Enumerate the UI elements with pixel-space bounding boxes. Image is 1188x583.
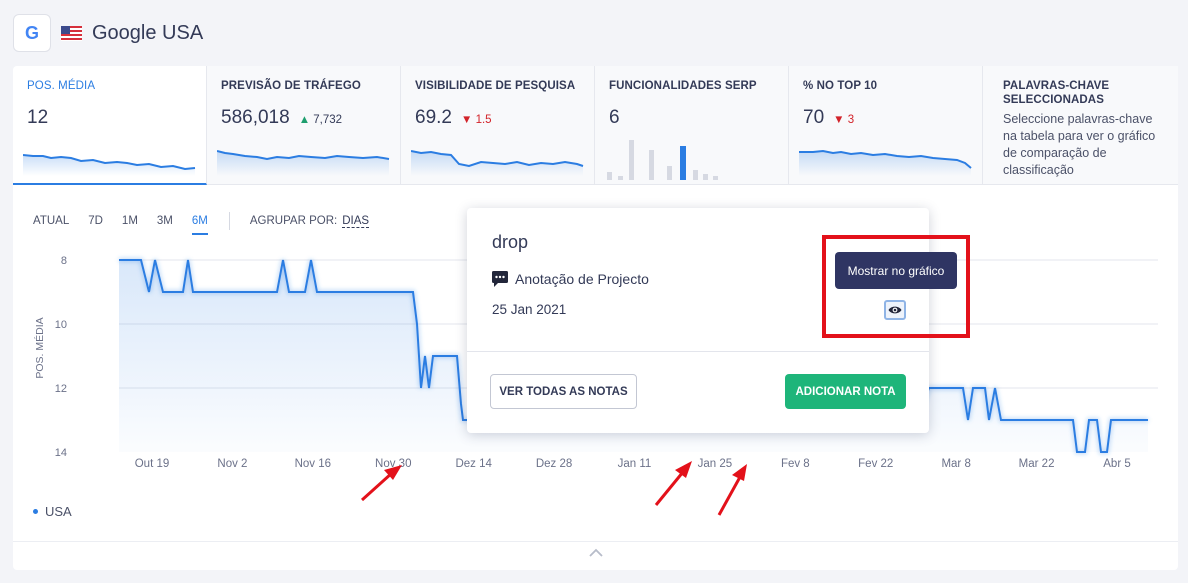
metric-delta: ▼ 3 (833, 114, 854, 126)
y-tick-label: 14 (55, 447, 67, 459)
metric-label: POS. MÉDIA (27, 80, 96, 92)
x-tick-label: Jan 25 (698, 458, 733, 470)
arrow-down-icon: ▼ (460, 114, 473, 126)
x-tick-label: Fev 8 (781, 458, 810, 470)
note-type: Anotação de Projecto (492, 271, 649, 287)
metric-value: 586,018 (221, 107, 290, 128)
metric-description: Seleccione palavras-chave na tabela para… (1003, 112, 1156, 177)
metric-traffic-forecast[interactable]: PREVISÃO DE TRÁFEGO 586,018 ▲ 7,732 (207, 66, 401, 185)
x-tick-label: Fev 22 (858, 458, 893, 470)
x-tick-label: Abr 5 (1103, 458, 1131, 470)
note-title: drop (492, 232, 529, 252)
metrics-bar: POS. MÉDIA 12 PREVISÃO DE TRÁFEGO 586,01… (13, 66, 1178, 185)
period-current[interactable]: ATUAL (33, 215, 69, 227)
metric-serp-features[interactable]: FUNCIONALIDADES SERP 6 (595, 66, 789, 185)
traffic-sparkline (217, 150, 390, 176)
period-controls: ATUAL 7D 1M 3M 6M AGRUPAR POR: DIAS (33, 208, 370, 235)
metric-search-visibility[interactable]: VISIBILIDADE DE PESQUISA 69.2 ▼ 1.5 (401, 66, 595, 185)
note-icon (492, 271, 508, 287)
metric-value: 70 (803, 107, 825, 128)
serp-features-bars (607, 140, 718, 180)
period-1m[interactable]: 1M (122, 215, 138, 227)
x-tick-label: Mar 22 (1019, 458, 1055, 470)
legend-label: USA (45, 504, 72, 519)
metric-delta-value: 1.5 (475, 114, 492, 126)
highlight-box (822, 235, 970, 338)
period-3m[interactable]: 3M (157, 215, 173, 227)
period-7d[interactable]: 7D (88, 215, 103, 227)
arrow-down-icon: ▼ (833, 114, 845, 126)
divider (467, 351, 929, 352)
note-date: 25 Jan 2021 (492, 302, 567, 317)
metric-value: 69.2 (415, 107, 452, 128)
site-title: Google USA (92, 21, 204, 44)
y-tick-label: 12 (55, 383, 67, 395)
x-tick-label: Nov 30 (375, 458, 411, 470)
chart-y-ticks: 8 10 12 14 (55, 255, 67, 459)
metric-label: FUNCIONALIDADES SERP (609, 80, 757, 92)
visibility-sparkline (411, 150, 584, 176)
metric-delta: ▼ 1.5 (461, 114, 492, 126)
x-tick-label: Mar 8 (941, 458, 970, 470)
metric-label: PALAVRAS-CHAVE SELECCIONADAS (1003, 80, 1110, 106)
x-tick-label: Jan 11 (618, 458, 652, 470)
x-tick-label: Out 19 (135, 458, 170, 470)
chevron-up-icon[interactable] (589, 548, 603, 558)
metric-delta-value: 3 (847, 114, 855, 126)
chart-legend[interactable]: USA (33, 504, 72, 519)
metric-label: % NO TOP 10 (803, 80, 878, 92)
metric-delta: ▲ 7,732 (299, 114, 342, 126)
top10-sparkline (799, 149, 972, 176)
metric-value: 12 (27, 107, 49, 128)
us-flag-icon (61, 25, 82, 41)
metric-avg-position[interactable]: POS. MÉDIA 12 (13, 66, 207, 185)
divider (13, 541, 1178, 542)
note-type-label: Anotação de Projecto (515, 271, 649, 287)
google-letter: G (24, 22, 39, 43)
add-note-button[interactable]: ADICIONAR NOTA (785, 374, 906, 409)
divider (228, 212, 230, 230)
x-tick-label: Dez 28 (536, 458, 572, 470)
page-header: G Google USA (13, 14, 203, 52)
legend-dot (33, 509, 38, 514)
period-6m[interactable]: 6M (191, 215, 208, 235)
group-by-select[interactable]: DIAS (342, 215, 370, 228)
x-tick-label: Nov 16 (295, 458, 331, 470)
y-tick-label: 10 (55, 319, 67, 331)
metric-delta-value: 7,732 (313, 114, 343, 126)
metric-label: VISIBILIDADE DE PESQUISA (415, 80, 576, 92)
y-tick-label: 8 (61, 255, 67, 267)
metric-value: 6 (609, 107, 620, 128)
chart-x-ticks: Out 19 Nov 2 Nov 16 Nov 30 Dez 14 Dez 28 Jan 1… (135, 458, 1131, 470)
x-tick-label: Nov 2 (217, 458, 247, 470)
google-logo-icon: G (13, 14, 51, 52)
metric-selected-keywords[interactable]: PALAVRAS-CHAVE SELECCIONADAS Seleccione … (983, 66, 1178, 185)
y-axis-label: POS. MÉDIA (33, 317, 46, 378)
metric-top10-percent[interactable]: % NO TOP 10 70 ▼ 3 (789, 66, 983, 185)
metric-label: PREVISÃO DE TRÁFEGO (221, 80, 361, 92)
avg-position-sparkline (23, 154, 196, 176)
group-by-label: AGRUPAR POR: (249, 215, 338, 227)
arrow-up-icon: ▲ (298, 114, 311, 126)
view-all-notes-button[interactable]: VER TODAS AS NOTAS (490, 374, 637, 409)
x-tick-label: Dez 14 (455, 458, 492, 470)
